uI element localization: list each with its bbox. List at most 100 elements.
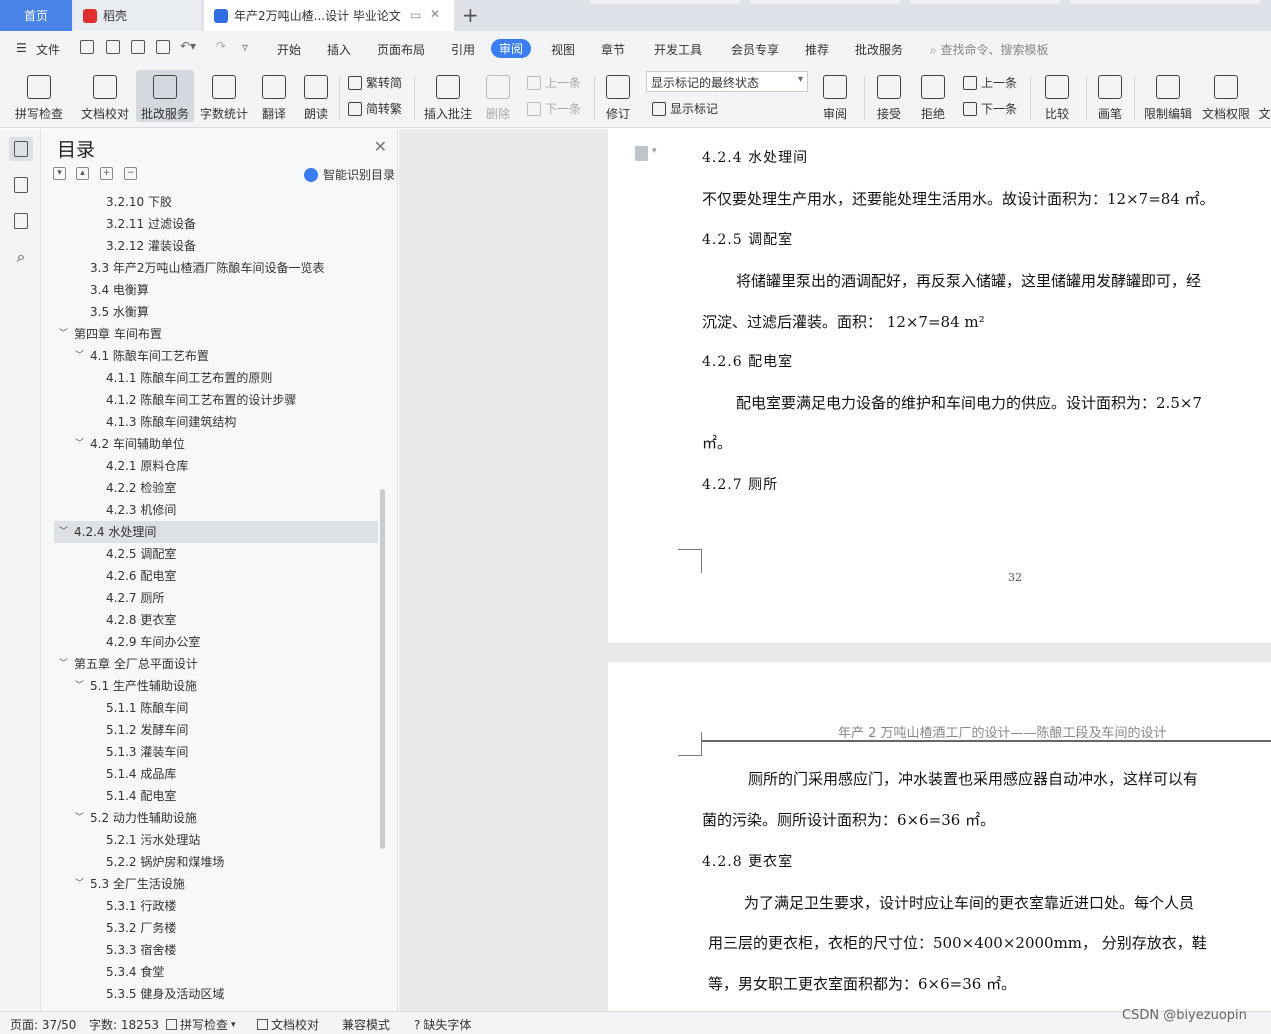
toc-item[interactable]: 5.2.2 锅炉房和煤堆场 <box>54 851 378 873</box>
review-pane-button[interactable]: 审阅 <box>816 70 854 122</box>
toc-item[interactable]: 3.3 年产2万吨山楂酒厂陈酿车间设备一览表 <box>54 257 378 279</box>
chevron-down-icon[interactable]: ﹀ <box>59 653 68 675</box>
toc-item[interactable]: 5.1.2 发酵车间 <box>54 719 378 741</box>
toc-item[interactable]: 4.1.3 陈酿车间建筑结构 <box>54 411 378 433</box>
toc-item[interactable]: 5.1.1 陈酿车间 <box>54 697 378 719</box>
proofread-button[interactable]: 文档校对 <box>76 70 134 122</box>
close-tab-icon[interactable]: ✕ <box>430 7 440 21</box>
toc-item[interactable]: ﹀ 第五章 全厂总平面设计 <box>54 653 378 675</box>
toc-item[interactable]: 4.2.7 厕所 <box>54 587 378 609</box>
toc-item[interactable]: 5.3.1 行政楼 <box>54 895 378 917</box>
print-icon[interactable] <box>131 40 145 54</box>
menu-file[interactable]: 文件 <box>36 41 60 58</box>
chevron-down-icon[interactable]: ﹀ <box>59 323 68 345</box>
menu-insert[interactable]: 插入 <box>327 41 351 58</box>
customize-icon[interactable]: ▿ <box>242 40 248 54</box>
tab-home[interactable]: 首页 <box>0 0 72 31</box>
toc-item[interactable]: 3.2.12 灌装设备 <box>54 235 378 257</box>
toc-scrollbar[interactable] <box>380 489 385 849</box>
smart-detect-toc-button[interactable]: 智能识别目录 <box>304 166 395 183</box>
menu-correction[interactable]: 批改服务 <box>855 41 903 58</box>
delete-comment-button[interactable]: 删除 <box>480 70 516 122</box>
trad-to-simp-button[interactable]: 繁转简 <box>348 74 402 91</box>
prev-comment-button[interactable]: 上一条 <box>527 74 581 91</box>
translate-button[interactable]: 翻译 <box>254 70 294 122</box>
close-icon[interactable]: ✕ <box>374 137 387 156</box>
menu-view[interactable]: 视图 <box>551 41 575 58</box>
markup-state-select[interactable]: 显示标记的最终状态 <box>646 71 808 92</box>
toc-item[interactable]: 5.2.1 污水处理站 <box>54 829 378 851</box>
overflow-button[interactable]: 文 <box>1258 70 1271 122</box>
toc-item[interactable]: 5.3.4 食堂 <box>54 961 378 983</box>
toc-item[interactable]: ﹀ 5.2 动力性辅助设施 <box>54 807 378 829</box>
toc-item[interactable]: 3.2.10 下胶 <box>54 191 378 213</box>
toc-item[interactable]: 5.3.5 健身及活动区域 <box>54 983 378 1005</box>
tab-daoke[interactable]: 稻壳 <box>73 0 201 31</box>
toc-item[interactable]: 5.1.4 成品库 <box>54 763 378 785</box>
reject-button[interactable]: 拒绝 <box>914 70 952 122</box>
tab-document[interactable]: 年产2万吨山楂...设计 毕业论文 ▭ ✕ <box>204 0 454 31</box>
track-changes-button[interactable]: 修订 <box>600 70 636 122</box>
menu-devtools[interactable]: 开发工具 <box>654 41 702 58</box>
save-icon[interactable] <box>80 40 94 54</box>
expand-up-icon[interactable]: ▴ <box>76 167 89 180</box>
menu-home[interactable]: 开始 <box>277 41 301 58</box>
document-canvas[interactable]: 4.2.4 水处理间 不仅要处理生产用水，还要能处理生活用水。故设计面积为：12… <box>399 129 1271 1011</box>
next-change-button[interactable]: 下一条 <box>963 100 1017 117</box>
toc-item[interactable]: 4.2.9 车间办公室 <box>54 631 378 653</box>
pin-icon[interactable]: ▭ <box>410 8 421 22</box>
toc-item[interactable]: 4.1.2 陈酿车间工艺布置的设计步骤 <box>54 389 378 411</box>
toc-item[interactable]: 5.3.3 宿舍楼 <box>54 939 378 961</box>
chevron-down-icon[interactable]: ﹀ <box>59 521 68 543</box>
menu-chapter[interactable]: 章节 <box>601 41 625 58</box>
compare-button[interactable]: 比较 <box>1036 70 1078 122</box>
export-pdf-icon[interactable] <box>106 40 120 54</box>
menu-review[interactable]: 审阅 <box>491 39 532 58</box>
page-indicator[interactable]: 页面: 37/50 <box>10 1016 76 1033</box>
accept-button[interactable]: 接受 <box>870 70 908 122</box>
toc-item[interactable]: 5.3.2 厂务楼 <box>54 917 378 939</box>
menu-references[interactable]: 引用 <box>451 41 475 58</box>
toc-item[interactable]: 4.2.8 更衣室 <box>54 609 378 631</box>
missing-font-button[interactable]: ? 缺失字体 <box>414 1016 471 1033</box>
menu-member[interactable]: 会员专享 <box>731 41 779 58</box>
toc-item[interactable]: 3.2.11 过滤设备 <box>54 213 378 235</box>
remove-heading-icon[interactable]: − <box>124 167 137 180</box>
chevron-down-icon[interactable]: ﹀ <box>75 433 84 455</box>
collapse-all-icon[interactable]: ▾ <box>53 167 66 180</box>
correction-service-button[interactable]: 批改服务 <box>136 70 194 122</box>
status-spellcheck[interactable]: 拼写检查 ▾ <box>166 1016 236 1033</box>
toc-item[interactable]: 4.2.5 调配室 <box>54 543 378 565</box>
undo-icon[interactable]: ↶▾ <box>180 39 196 53</box>
toc-item[interactable]: ﹀ 4.2.4 水处理间 <box>54 521 378 543</box>
toc-item[interactable]: 4.2.2 检验室 <box>54 477 378 499</box>
insert-comment-button[interactable]: 插入批注 <box>420 70 476 122</box>
toc-item[interactable]: 4.2.6 配电室 <box>54 565 378 587</box>
toc-item[interactable]: 4.2.3 机修间 <box>54 499 378 521</box>
spellcheck-button[interactable]: 拼写检查 <box>6 70 72 122</box>
add-heading-icon[interactable]: + <box>100 167 113 180</box>
ink-button[interactable]: 画笔 <box>1092 70 1128 122</box>
status-proofread[interactable]: 文档校对 <box>257 1016 319 1033</box>
toc-item[interactable]: ﹀ 5.1 生产性辅助设施 <box>54 675 378 697</box>
toc-nav-button[interactable] <box>9 137 33 161</box>
chevron-down-icon[interactable]: ﹀ <box>75 873 84 895</box>
chevron-down-icon[interactable]: ﹀ <box>75 345 84 367</box>
toc-item[interactable]: ﹀ 4.2 车间辅助单位 <box>54 433 378 455</box>
chevron-down-icon[interactable]: ﹀ <box>75 807 84 829</box>
toc-item[interactable]: ﹀ 5.3 全厂生活设施 <box>54 873 378 895</box>
redo-icon[interactable]: ↷ <box>216 39 226 53</box>
chevron-down-icon[interactable]: ﹀ <box>75 675 84 697</box>
toc-item[interactable]: ﹀ 4.1 陈酿车间工艺布置 <box>54 345 378 367</box>
toc-item[interactable]: 3.5 水衡算 <box>54 301 378 323</box>
toc-item[interactable]: 4.2.1 原料仓库 <box>54 455 378 477</box>
show-markup-button[interactable]: 显示标记 <box>652 100 718 117</box>
word-count-indicator[interactable]: 字数: 18253 <box>89 1016 159 1033</box>
print-preview-icon[interactable] <box>156 40 170 54</box>
restrict-edit-button[interactable]: 限制编辑 <box>1140 70 1196 122</box>
new-tab-button[interactable]: + <box>462 3 479 27</box>
chapter-nav-button[interactable] <box>9 173 33 197</box>
command-search[interactable]: ⌕ 查找命令、搜索模板 <box>930 41 1049 58</box>
toc-item[interactable]: 3.4 电衡算 <box>54 279 378 301</box>
menu-layout[interactable]: 页面布局 <box>377 41 425 58</box>
